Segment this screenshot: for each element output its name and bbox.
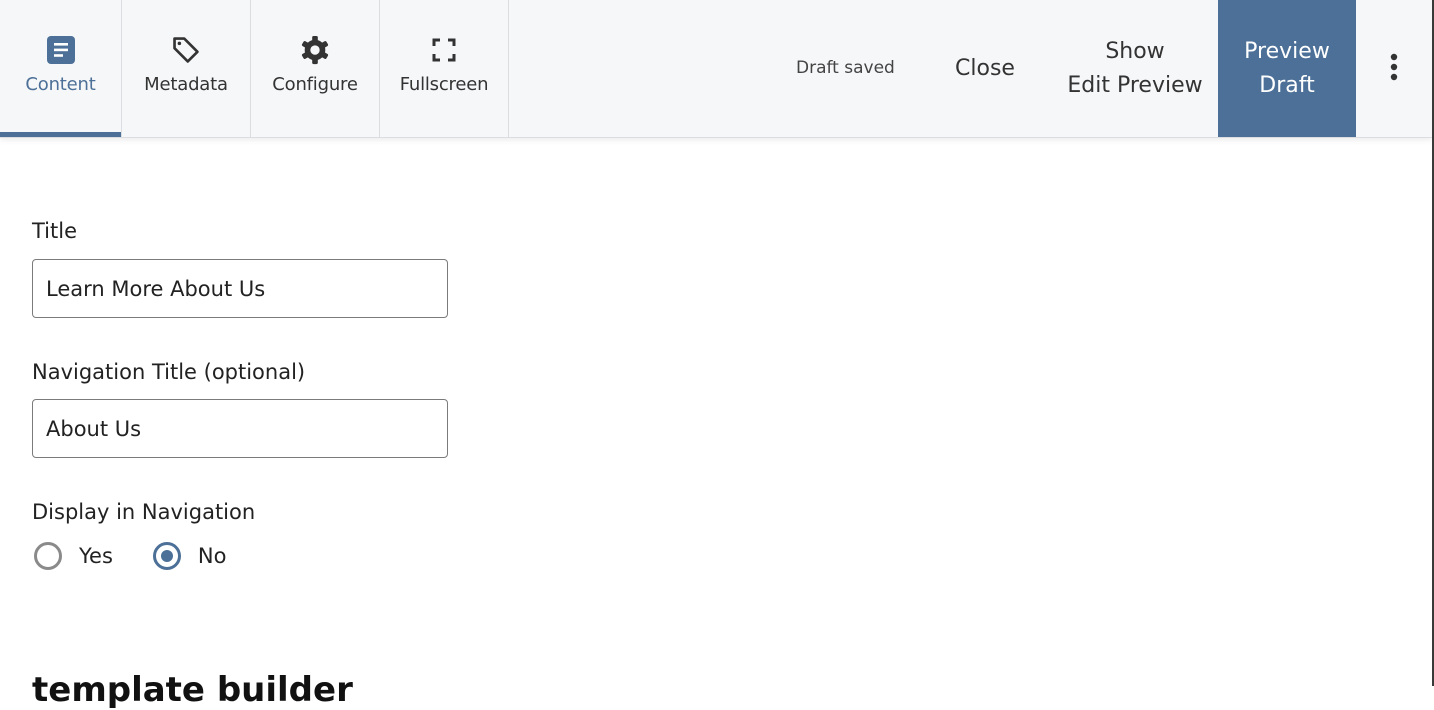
button-label-line2: Draft: [1259, 72, 1315, 98]
draft-status: Draft saved: [796, 58, 895, 78]
display-in-navigation-label: Display in Navigation: [32, 500, 256, 524]
button-label-line1: Show: [1105, 38, 1165, 64]
tab-label: Content: [25, 74, 96, 95]
navigation-title-label: Navigation Title (optional): [32, 360, 306, 384]
tab-metadata[interactable]: Metadata: [122, 0, 251, 137]
show-edit-preview-button[interactable]: Show Edit Preview: [1060, 0, 1210, 137]
preview-draft-button[interactable]: Preview Draft: [1218, 0, 1356, 137]
radio-label: No: [197, 544, 227, 568]
title-label: Title: [32, 219, 78, 243]
fullscreen-icon: [429, 34, 459, 66]
display-in-navigation-radio-group: Yes No: [34, 542, 266, 570]
radio-option-yes[interactable]: Yes: [34, 542, 113, 570]
tab-content[interactable]: Content: [0, 0, 122, 137]
tab-fullscreen[interactable]: Fullscreen: [380, 0, 509, 137]
button-label-line2: Edit Preview: [1067, 72, 1203, 98]
button-label-line1: Preview: [1244, 38, 1330, 64]
tag-icon: [171, 34, 201, 66]
radio-yes[interactable]: [34, 542, 62, 570]
radio-label: Yes: [79, 544, 113, 568]
gear-icon: [300, 34, 330, 66]
document-icon: [46, 34, 76, 66]
section-heading: template builder: [32, 670, 353, 710]
navigation-title-input[interactable]: [32, 399, 448, 458]
radio-no[interactable]: [152, 542, 181, 570]
title-input[interactable]: [32, 259, 448, 318]
tab-label: Metadata: [144, 74, 228, 95]
tab-configure[interactable]: Configure: [251, 0, 380, 137]
editor-toolbar: Content Metadata Configure Fullscreen Dr…: [0, 0, 1432, 138]
radio-option-no[interactable]: No: [152, 542, 227, 570]
close-button[interactable]: Close: [935, 0, 1035, 137]
more-vertical-icon: [1390, 53, 1398, 85]
tab-label: Fullscreen: [399, 74, 489, 95]
more-options-button[interactable]: [1376, 46, 1412, 92]
tab-label: Configure: [272, 74, 358, 95]
